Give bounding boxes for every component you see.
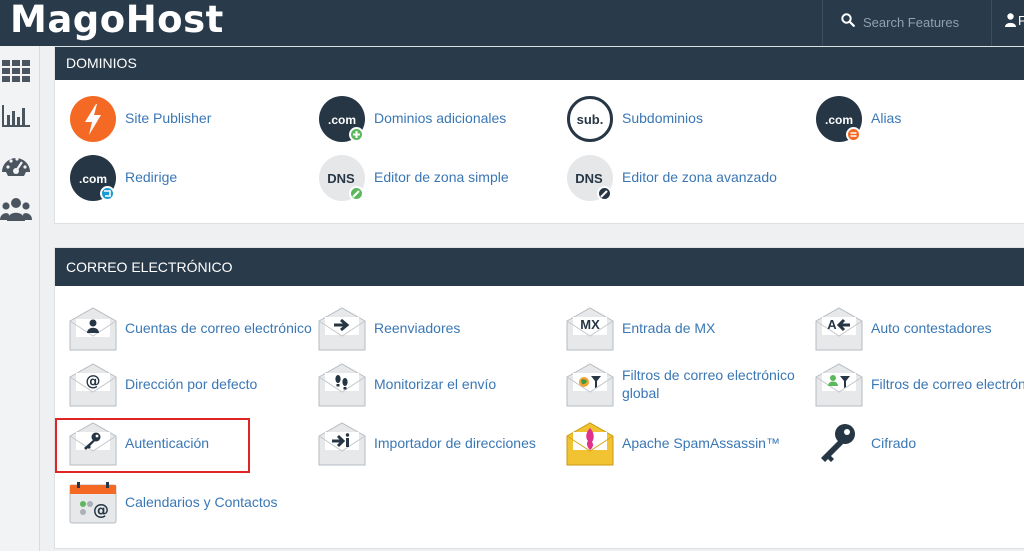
address-importer-label: Importador de direcciones bbox=[374, 435, 536, 451]
default-address-icon: @ bbox=[69, 361, 117, 407]
email-accounts-label: Cuentas de correo electrónico bbox=[125, 320, 312, 336]
addon-domains-link[interactable]: .com Dominios adicionales bbox=[318, 92, 563, 144]
redirects-label: Redirige bbox=[125, 169, 178, 185]
svg-text:@: @ bbox=[93, 500, 109, 519]
svg-text:.com: .com bbox=[825, 113, 853, 127]
calendars-contacts-link[interactable]: @ Calendarios y Contactos bbox=[69, 476, 314, 528]
email-filters-icon bbox=[815, 361, 863, 407]
encryption-key-icon bbox=[815, 420, 863, 466]
search-input[interactable] bbox=[861, 12, 989, 32]
svg-text:MX: MX bbox=[580, 317, 600, 332]
mx-entry-link[interactable]: MX Entrada de MX bbox=[566, 302, 811, 354]
calendars-contacts-icon: @ bbox=[69, 479, 117, 525]
svg-text:A: A bbox=[827, 317, 837, 332]
svg-text:DNS: DNS bbox=[575, 171, 603, 186]
global-email-filters-label: Filtros de correo electrónico global bbox=[622, 367, 795, 401]
autoresponders-label: Auto contestadores bbox=[871, 320, 992, 336]
encryption-link[interactable]: Cifrado bbox=[815, 417, 1024, 469]
top-bar: MagoHost F bbox=[0, 0, 1024, 46]
redirects-link[interactable]: .com Redirige bbox=[69, 151, 314, 203]
mx-entry-icon: MX bbox=[566, 305, 614, 351]
subdomains-icon: sub. bbox=[566, 95, 614, 142]
alias-label: Alias bbox=[871, 110, 902, 126]
user-icon[interactable] bbox=[1005, 13, 1016, 32]
bar-chart-icon[interactable] bbox=[0, 101, 32, 131]
email-panel-title: CORREO ELECTRÓNICO bbox=[55, 248, 1024, 286]
grid-icon[interactable] bbox=[0, 56, 32, 86]
spamassassin-icon bbox=[566, 420, 614, 466]
autoresponders-icon: A bbox=[815, 305, 863, 351]
address-importer-icon bbox=[318, 420, 366, 466]
track-delivery-link[interactable]: Monitorizar el envío bbox=[318, 358, 563, 410]
authentication-link[interactable]: Autenticación bbox=[69, 417, 314, 469]
spamassassin-label: Apache SpamAssassin™ bbox=[622, 435, 780, 451]
user-name[interactable]: F bbox=[1018, 13, 1024, 28]
subdomains-label: Subdominios bbox=[622, 110, 703, 126]
spamassassin-link[interactable]: Apache SpamAssassin™ bbox=[566, 417, 811, 469]
encryption-label: Cifrado bbox=[871, 435, 917, 451]
email-accounts-link[interactable]: Cuentas de correo electrónico bbox=[69, 302, 314, 354]
alias-link[interactable]: .com Alias bbox=[815, 92, 1024, 144]
domains-panel-title: DOMINIOS bbox=[55, 47, 1024, 80]
site-publisher-icon bbox=[69, 95, 117, 142]
global-email-filters-link[interactable]: Filtros de correo electrónico global bbox=[566, 358, 811, 410]
sidebar bbox=[0, 46, 40, 551]
forwarders-label: Reenviadores bbox=[374, 320, 461, 336]
authentication-icon bbox=[69, 420, 117, 466]
advanced-zone-editor-label: Editor de zona avanzado bbox=[622, 169, 777, 185]
svg-text:sub.: sub. bbox=[577, 112, 604, 127]
dashboard-gauge-icon[interactable] bbox=[0, 150, 32, 180]
autoresponders-link[interactable]: A Auto contestadores bbox=[815, 302, 1024, 354]
address-importer-link[interactable]: Importador de direcciones bbox=[318, 417, 563, 469]
default-address-link[interactable]: @ Dirección por defecto bbox=[69, 358, 314, 410]
svg-text:.com: .com bbox=[79, 172, 107, 186]
authentication-label: Autenticación bbox=[125, 435, 210, 451]
redirects-icon: .com bbox=[69, 154, 117, 201]
email-filters-link[interactable]: Filtros de correo electrónico bbox=[815, 358, 1024, 410]
advanced-zone-editor-icon: DNS bbox=[566, 154, 614, 201]
simple-zone-editor-label: Editor de zona simple bbox=[374, 169, 509, 185]
addon-domains-icon: .com bbox=[318, 95, 366, 142]
mx-entry-label: Entrada de MX bbox=[622, 320, 716, 336]
brand-logo[interactable]: MagoHost bbox=[10, 0, 224, 41]
advanced-zone-editor-link[interactable]: DNS Editor de zona avanzado bbox=[566, 151, 811, 203]
track-delivery-label: Monitorizar el envío bbox=[374, 376, 497, 392]
subdomains-link[interactable]: sub. Subdominios bbox=[566, 92, 811, 144]
email-filters-label: Filtros de correo electrónico bbox=[871, 376, 1024, 392]
calendars-contacts-label: Calendarios y Contactos bbox=[125, 494, 278, 510]
email-accounts-icon bbox=[69, 305, 117, 351]
svg-text:DNS: DNS bbox=[327, 171, 355, 186]
search-icon bbox=[841, 13, 855, 32]
global-email-filters-icon bbox=[566, 361, 614, 407]
default-address-label: Dirección por defecto bbox=[125, 376, 258, 392]
track-delivery-icon bbox=[318, 361, 366, 407]
alias-icon: .com bbox=[815, 95, 863, 142]
addon-domains-label: Dominios adicionales bbox=[374, 110, 507, 126]
forwarders-link[interactable]: Reenviadores bbox=[318, 302, 563, 354]
simple-zone-editor-icon: DNS bbox=[318, 154, 366, 201]
users-icon[interactable] bbox=[0, 194, 32, 224]
site-publisher-link[interactable]: Site Publisher bbox=[69, 92, 314, 144]
site-publisher-label: Site Publisher bbox=[125, 110, 212, 126]
forwarders-icon bbox=[318, 305, 366, 351]
search-box[interactable] bbox=[822, 0, 992, 46]
svg-text:.com: .com bbox=[328, 113, 356, 127]
svg-text:@: @ bbox=[86, 372, 101, 390]
simple-zone-editor-link[interactable]: DNS Editor de zona simple bbox=[318, 151, 563, 203]
